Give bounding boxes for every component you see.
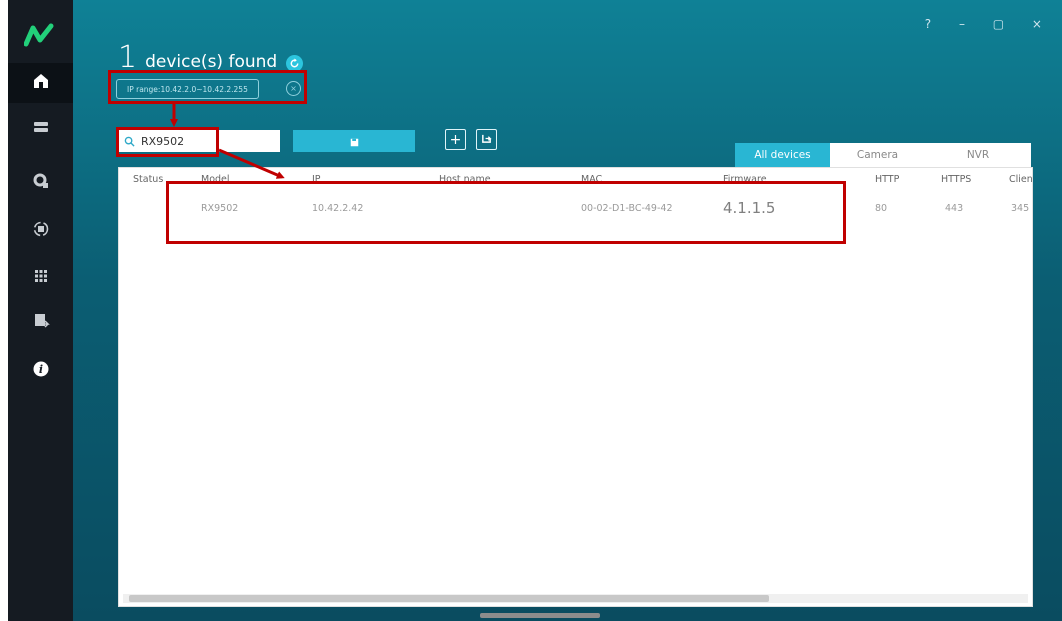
clear-ip-range-icon[interactable]: × xyxy=(286,81,301,96)
cell-client: 345 xyxy=(1011,203,1030,214)
devices-found-label: device(s) found xyxy=(145,52,278,72)
bottom-handle xyxy=(480,613,600,618)
scrollbar-thumb[interactable] xyxy=(129,595,769,602)
device-stack-icon xyxy=(32,118,50,140)
app-window: i ? – ▢ × 1 device(s) found IP range:10.… xyxy=(0,0,1062,621)
nav-upgrade[interactable] xyxy=(8,211,73,251)
cell-https: 443 xyxy=(945,203,964,214)
nav-settings[interactable] xyxy=(8,163,73,203)
column-header-mac[interactable]: MAC xyxy=(581,174,602,185)
export-icon xyxy=(32,312,50,334)
column-header-host-name[interactable]: Host name xyxy=(439,174,491,185)
cell-http: 80 xyxy=(875,203,888,214)
device-table: Status Model IP Host name MAC Firmware H… xyxy=(118,167,1033,607)
tab-all-devices[interactable]: All devices xyxy=(735,143,830,167)
search-icon xyxy=(124,136,135,147)
column-header-ip[interactable]: IP xyxy=(312,174,321,185)
save-button[interactable] xyxy=(293,130,415,152)
column-header-http[interactable]: HTTP xyxy=(875,174,899,185)
column-header-client[interactable]: Clien xyxy=(1009,174,1032,185)
nav-home[interactable] xyxy=(8,63,73,103)
settings-icon xyxy=(32,172,50,194)
info-icon: i xyxy=(32,360,50,382)
column-header-https[interactable]: HTTPS xyxy=(941,174,971,185)
main-area: ? – ▢ × 1 device(s) found IP range:10.42… xyxy=(73,0,1062,621)
device-count: 1 xyxy=(118,40,138,75)
cell-model: RX9502 xyxy=(201,203,239,214)
cell-mac: 00-02-D1-BC-49-42 xyxy=(581,203,673,214)
window-controls[interactable]: ? – ▢ × xyxy=(925,17,1054,31)
sidebar: i xyxy=(8,0,73,621)
tab-camera[interactable]: Camera xyxy=(830,143,925,167)
refresh-icon[interactable] xyxy=(286,55,304,72)
nav-apps[interactable] xyxy=(8,258,73,298)
home-icon xyxy=(32,72,50,94)
cell-ip: 10.42.2.42 xyxy=(312,203,364,214)
tab-nvr[interactable]: NVR xyxy=(925,143,1031,167)
upgrade-icon xyxy=(32,220,50,242)
cell-firmware: 4.1.1.5 xyxy=(723,199,776,217)
search-input[interactable]: RX9502 xyxy=(118,130,280,152)
plus-icon: + xyxy=(449,131,462,148)
search-value: RX9502 xyxy=(141,134,185,148)
grid-icon xyxy=(32,267,50,289)
horizontal-scrollbar[interactable] xyxy=(123,594,1028,603)
nav-info[interactable]: i xyxy=(8,351,73,391)
add-device-button[interactable]: + xyxy=(445,129,466,150)
save-icon xyxy=(350,132,359,151)
ip-range-filter[interactable]: IP range:10.42.2.0~10.42.2.255 xyxy=(116,79,259,99)
logo-icon xyxy=(23,22,54,48)
page-title: 1 device(s) found xyxy=(118,40,304,75)
nav-export[interactable] xyxy=(8,303,73,343)
import-icon xyxy=(481,132,492,148)
column-header-model[interactable]: Model xyxy=(201,174,230,185)
svg-text:i: i xyxy=(38,363,42,376)
nav-devices[interactable] xyxy=(8,109,73,149)
column-header-firmware[interactable]: Firmware xyxy=(723,174,767,185)
import-button[interactable] xyxy=(476,129,497,150)
column-header-status[interactable]: Status xyxy=(133,174,163,185)
